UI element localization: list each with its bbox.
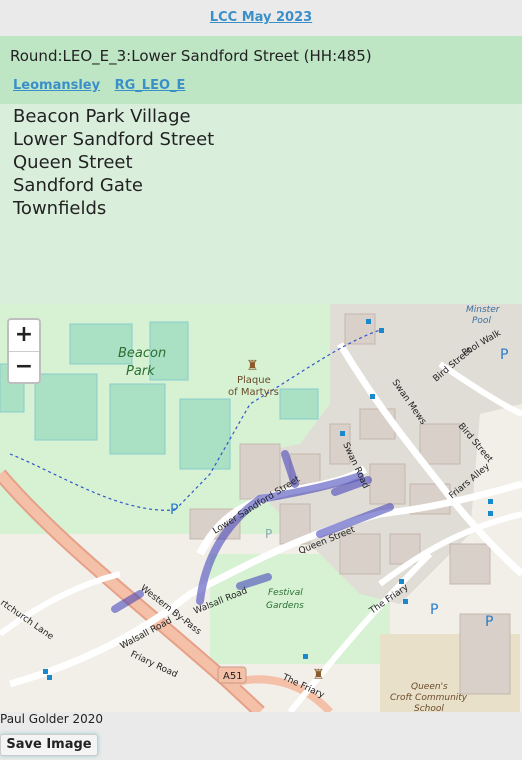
parking-icon: P xyxy=(170,502,178,518)
street-item: Townfields xyxy=(13,198,107,219)
parking-icon: P xyxy=(500,347,508,363)
zoom-out-button[interactable]: − xyxy=(9,352,39,383)
group-link[interactable]: RG_LEO_E xyxy=(115,78,186,93)
monument-icon: ♜ xyxy=(246,358,259,374)
map-label-minster: Minster xyxy=(466,305,501,315)
map-label-pool: Pool xyxy=(472,316,491,326)
map-label-friary-road: Friary Road xyxy=(129,650,179,680)
street-item: Sandford Gate xyxy=(13,175,143,196)
map-label-a51: A51 xyxy=(223,671,243,682)
pitch xyxy=(179,398,231,470)
map-label-gardens: Gardens xyxy=(266,601,304,611)
pitch xyxy=(279,388,319,420)
ward-link[interactable]: Leomansley xyxy=(13,78,100,93)
map-label-park: Park xyxy=(126,364,155,379)
zoom-control: + − xyxy=(7,318,41,384)
zoom-in-button[interactable]: + xyxy=(9,320,39,352)
street-item: Beacon Park Village xyxy=(13,106,191,127)
map-label-plaque: Plaque xyxy=(237,375,271,386)
round-title: Round:LEO_E_3:Lower Sandford Street (HH:… xyxy=(10,47,372,65)
top-bar: LCC May 2023 xyxy=(0,0,522,36)
survey-link[interactable]: LCC May 2023 xyxy=(0,10,522,25)
save-image-button[interactable]: Save Image xyxy=(0,734,98,756)
round-links: Leomansley RG_LEO_E xyxy=(13,78,195,93)
pitch xyxy=(109,383,166,455)
map-view[interactable]: Beacon Park Plaque of Martyrs Lower Sand… xyxy=(0,304,522,712)
monument-icon: ♜ xyxy=(312,667,325,683)
street-item: Lower Sandford Street xyxy=(13,129,215,150)
map-label-school: School xyxy=(414,704,444,712)
map-label-festival: Festival xyxy=(268,588,303,598)
parking-icon: P xyxy=(265,527,272,541)
street-item: Queen Street xyxy=(13,152,133,173)
map-label-croft: Croft Community xyxy=(390,693,468,703)
round-panel: Round:LEO_E_3:Lower Sandford Street (HH:… xyxy=(0,36,522,104)
parking-icon: P xyxy=(430,602,438,618)
map-label-queens: Queen's xyxy=(411,682,448,692)
pitch xyxy=(34,373,98,441)
map-canvas[interactable]: Beacon Park Plaque of Martyrs Lower Sand… xyxy=(0,304,522,712)
credit-text: Paul Golder 2020 xyxy=(0,712,104,726)
street-list: Beacon Park Village Lower Sandford Stree… xyxy=(0,104,522,304)
map-label-martyrs: of Martyrs xyxy=(228,387,279,398)
parking-icon: P xyxy=(485,614,493,630)
map-label-beacon: Beacon xyxy=(118,346,166,361)
